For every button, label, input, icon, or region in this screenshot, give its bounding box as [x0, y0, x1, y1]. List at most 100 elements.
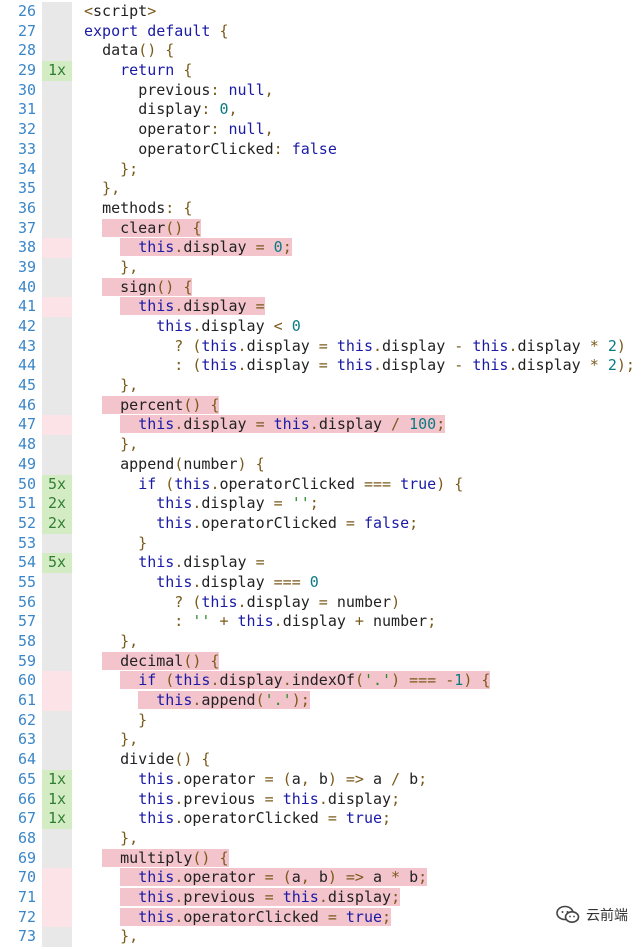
line-number[interactable]: 70 [0, 868, 36, 888]
line-number[interactable]: 68 [0, 829, 36, 849]
line-number[interactable]: 30 [0, 81, 36, 101]
source-code: percent() { [84, 395, 220, 416]
coverage-count [42, 238, 72, 258]
coverage-count [42, 139, 72, 160]
coverage-count [42, 159, 72, 180]
line-number[interactable]: 63 [0, 730, 36, 750]
line-number[interactable]: 28 [0, 41, 36, 61]
watermark-text: 云前端 [586, 908, 628, 924]
line-number[interactable]: 72 [0, 908, 36, 928]
line-number[interactable]: 35 [0, 179, 36, 199]
source-code: this.operatorClicked = true; [138, 809, 392, 828]
line-number[interactable]: 58 [0, 632, 36, 652]
line-number[interactable]: 32 [0, 120, 36, 140]
source-code: this.previous = this.display; [138, 789, 401, 808]
coverage-count [42, 297, 72, 317]
source-code: this.display = [84, 297, 265, 317]
code-line: 62 } [0, 710, 644, 731]
line-number[interactable]: 44 [0, 356, 36, 376]
line-number[interactable]: 37 [0, 219, 36, 239]
code-line: 30 previous: null, [0, 80, 644, 101]
line-number[interactable]: 66 [0, 790, 36, 810]
line-number[interactable]: 49 [0, 455, 36, 475]
line-number[interactable]: 60 [0, 671, 36, 691]
line-number[interactable]: 31 [0, 100, 36, 120]
line-number[interactable]: 33 [0, 140, 36, 160]
line-number[interactable]: 42 [0, 317, 36, 337]
coverage-count [42, 671, 72, 692]
line-number[interactable]: 36 [0, 199, 36, 219]
line-number[interactable]: 57 [0, 612, 36, 632]
line-number[interactable]: 52 [0, 514, 36, 534]
line-number[interactable]: 61 [0, 691, 36, 711]
line-number[interactable]: 62 [0, 711, 36, 731]
line-number[interactable]: 67 [0, 809, 36, 829]
code-line: 68 }, [0, 828, 644, 849]
source-code: sign() { [84, 277, 193, 298]
line-number[interactable]: 38 [0, 238, 36, 258]
line-number[interactable]: 71 [0, 888, 36, 908]
line-number[interactable]: 64 [0, 750, 36, 770]
line-number[interactable]: 73 [0, 927, 36, 947]
coverage-count [42, 120, 72, 140]
source-code: }, [84, 927, 139, 946]
code-line: 44 : (this.display = this.display - this… [0, 356, 644, 377]
line-number[interactable]: 59 [0, 652, 36, 672]
line-number[interactable]: 27 [0, 22, 36, 42]
coverage-count: 1x [42, 809, 72, 829]
line-number[interactable]: 65 [0, 770, 36, 790]
coverage-count [42, 41, 72, 62]
line-number[interactable]: 34 [0, 160, 36, 180]
line-number[interactable]: 26 [0, 2, 36, 22]
code-line: 52 2x this.operatorClicked = false; [0, 513, 644, 534]
code-line: 55 this.display === 0 [0, 572, 644, 593]
source-code: } [84, 710, 148, 729]
line-number[interactable]: 40 [0, 278, 36, 298]
line-number[interactable]: 46 [0, 396, 36, 416]
coverage-count [42, 257, 72, 278]
coverage-count [42, 828, 72, 849]
coverage-count [42, 21, 72, 42]
line-number[interactable]: 39 [0, 258, 36, 278]
code-line: 72 this.operatorClicked = true; [0, 907, 644, 928]
coverage-count [42, 632, 72, 652]
line-number[interactable]: 51 [0, 494, 36, 514]
source-code: this.operatorClicked = false; [156, 513, 419, 532]
source-code: this.append('.'); [84, 691, 310, 711]
source-code: clear() { [84, 218, 202, 239]
code-line: 51 2x this.display = ''; [0, 494, 644, 514]
line-number[interactable]: 43 [0, 337, 36, 357]
line-number[interactable]: 54 [0, 553, 36, 573]
code-line: 59 decimal() { [0, 651, 644, 672]
line-number[interactable]: 29 [0, 61, 36, 81]
source-code: }, [84, 179, 121, 198]
line-number[interactable]: 47 [0, 415, 36, 435]
code-line: 38 this.display = 0; [0, 238, 644, 258]
line-number[interactable]: 55 [0, 573, 36, 593]
coverage-count [42, 927, 72, 947]
coverage-count [42, 218, 72, 239]
line-number[interactable]: 41 [0, 297, 36, 317]
coverage-count: 2x [42, 494, 72, 514]
line-number[interactable]: 50 [0, 475, 36, 495]
line-number[interactable]: 69 [0, 849, 36, 869]
source-code: ? (this.display = number) [84, 592, 401, 611]
line-number[interactable]: 56 [0, 593, 36, 613]
source-code: this.display === 0 [156, 572, 319, 591]
code-line: 57 : '' + this.display + number; [0, 612, 644, 632]
coverage-count [42, 887, 72, 908]
source-code: if (this.operatorClicked === true) { [138, 474, 464, 493]
source-code: if (this.display.indexOf('.') === -1) { [84, 671, 491, 691]
source-code: } [84, 533, 148, 552]
line-number[interactable]: 45 [0, 376, 36, 396]
coverage-count [42, 730, 72, 751]
code-line: 54 5x this.display = [0, 553, 644, 573]
code-line: 71 this.previous = this.display; [0, 887, 644, 908]
source-code: append(number) { [120, 454, 265, 473]
source-code: methods: { [102, 198, 193, 217]
line-number[interactable]: 48 [0, 435, 36, 455]
coverage-count [42, 907, 72, 928]
source-code: operatorClicked: false [138, 139, 337, 158]
coverage-count [42, 2, 72, 22]
line-number[interactable]: 53 [0, 534, 36, 554]
